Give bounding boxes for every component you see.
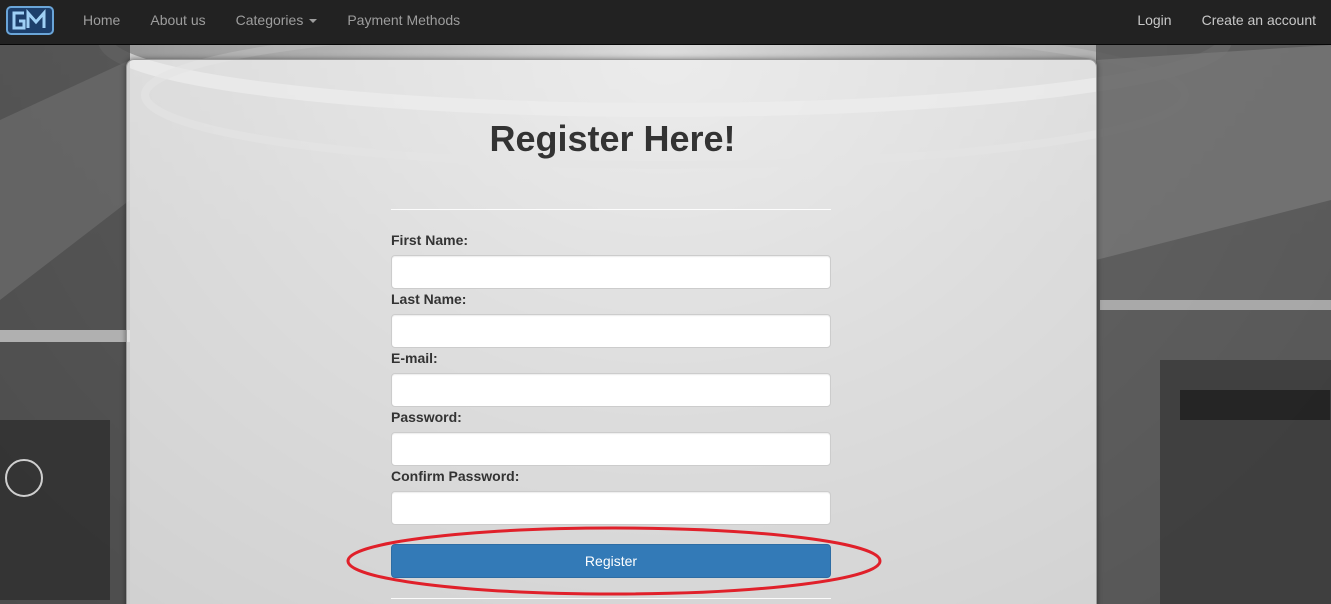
first-name-label: First Name:: [391, 232, 469, 248]
first-name-input[interactable]: [391, 255, 831, 289]
page-title: Register Here!: [489, 118, 736, 159]
last-name-label: Last Name:: [391, 291, 467, 307]
confirm-password-input[interactable]: [391, 491, 831, 525]
divider-bottom: [391, 598, 831, 599]
nav-right-menu: Login Create an account: [1122, 0, 1331, 45]
nav-payment-methods-link[interactable]: Payment Methods: [332, 0, 475, 45]
nav-home-link[interactable]: Home: [68, 0, 135, 45]
nav-create-account-link[interactable]: Create an account: [1187, 0, 1331, 45]
nav-categories-label: Categories: [235, 12, 304, 28]
top-navbar: Home About us Categories Payment Methods…: [0, 0, 1331, 45]
email-label: E-mail:: [391, 350, 438, 366]
password-input[interactable]: [391, 432, 831, 466]
nav-about-link[interactable]: About us: [135, 0, 220, 45]
email-input[interactable]: [391, 373, 831, 407]
nav-left-menu: Home About us Categories Payment Methods: [68, 0, 475, 45]
register-button[interactable]: Register: [391, 544, 831, 578]
registration-panel: Register Here! First Name: Last Name: E-…: [126, 59, 1097, 604]
last-name-input[interactable]: [391, 314, 831, 348]
caret-down-icon: [309, 19, 318, 24]
nav-login-link[interactable]: Login: [1122, 0, 1186, 45]
confirm-password-label: Confirm Password:: [391, 468, 520, 484]
password-label: Password:: [391, 409, 462, 425]
nav-categories-dropdown[interactable]: Categories: [221, 0, 333, 45]
divider: [391, 209, 831, 210]
gm-logo-icon[interactable]: [6, 5, 54, 36]
